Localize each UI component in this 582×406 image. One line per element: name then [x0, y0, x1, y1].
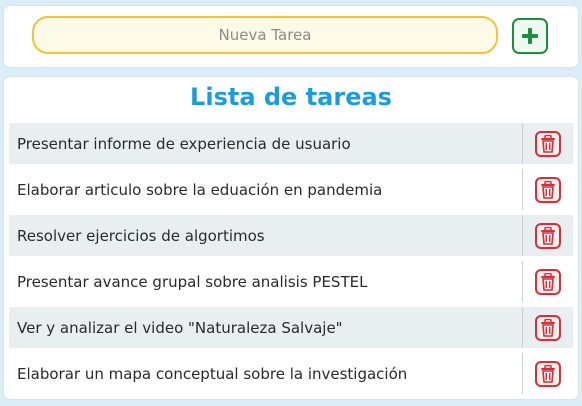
trash-icon: [541, 135, 555, 153]
task-text: Elaborar articulo sobre la eduación en p…: [17, 180, 383, 199]
new-task-card: [4, 6, 578, 67]
trash-icon: [541, 319, 555, 337]
row-divider: [522, 123, 523, 164]
delete-task-button[interactable]: [535, 361, 561, 387]
new-task-input[interactable]: [32, 16, 498, 54]
add-task-button[interactable]: [512, 18, 548, 54]
task-row: Presentar informe de experiencia de usua…: [9, 123, 573, 164]
task-text: Elaborar un mapa conceptual sobre la inv…: [17, 364, 408, 383]
task-row: Ver y analizar el video "Naturaleza Salv…: [9, 307, 573, 348]
row-divider: [522, 169, 523, 210]
delete-task-button[interactable]: [535, 131, 561, 157]
task-row: Presentar avance grupal sobre analisis P…: [9, 261, 573, 302]
trash-icon: [541, 365, 555, 383]
list-title: Lista de tareas: [190, 83, 392, 111]
task-text: Presentar informe de experiencia de usua…: [17, 134, 351, 153]
delete-task-button[interactable]: [535, 269, 561, 295]
delete-task-button[interactable]: [535, 177, 561, 203]
task-text: Presentar avance grupal sobre analisis P…: [17, 272, 368, 291]
task-list: Presentar informe de experiencia de usua…: [9, 123, 573, 399]
trash-icon: [541, 181, 555, 199]
trash-icon: [541, 273, 555, 291]
task-row: Elaborar articulo sobre la eduación en p…: [9, 169, 573, 210]
plus-icon: [522, 28, 538, 44]
row-divider: [522, 307, 523, 348]
delete-task-button[interactable]: [535, 223, 561, 249]
task-text: Resolver ejercicios de algortimos: [17, 226, 265, 245]
task-list-card: Lista de tareas Presentar informe de exp…: [4, 77, 578, 399]
row-divider: [522, 353, 523, 394]
row-divider: [522, 215, 523, 256]
delete-task-button[interactable]: [535, 315, 561, 341]
task-text: Ver y analizar el video "Naturaleza Salv…: [17, 318, 343, 337]
task-row: Resolver ejercicios de algortimos: [9, 215, 573, 256]
trash-icon: [541, 227, 555, 245]
row-divider: [522, 261, 523, 302]
task-row: Elaborar un mapa conceptual sobre la inv…: [9, 353, 573, 394]
